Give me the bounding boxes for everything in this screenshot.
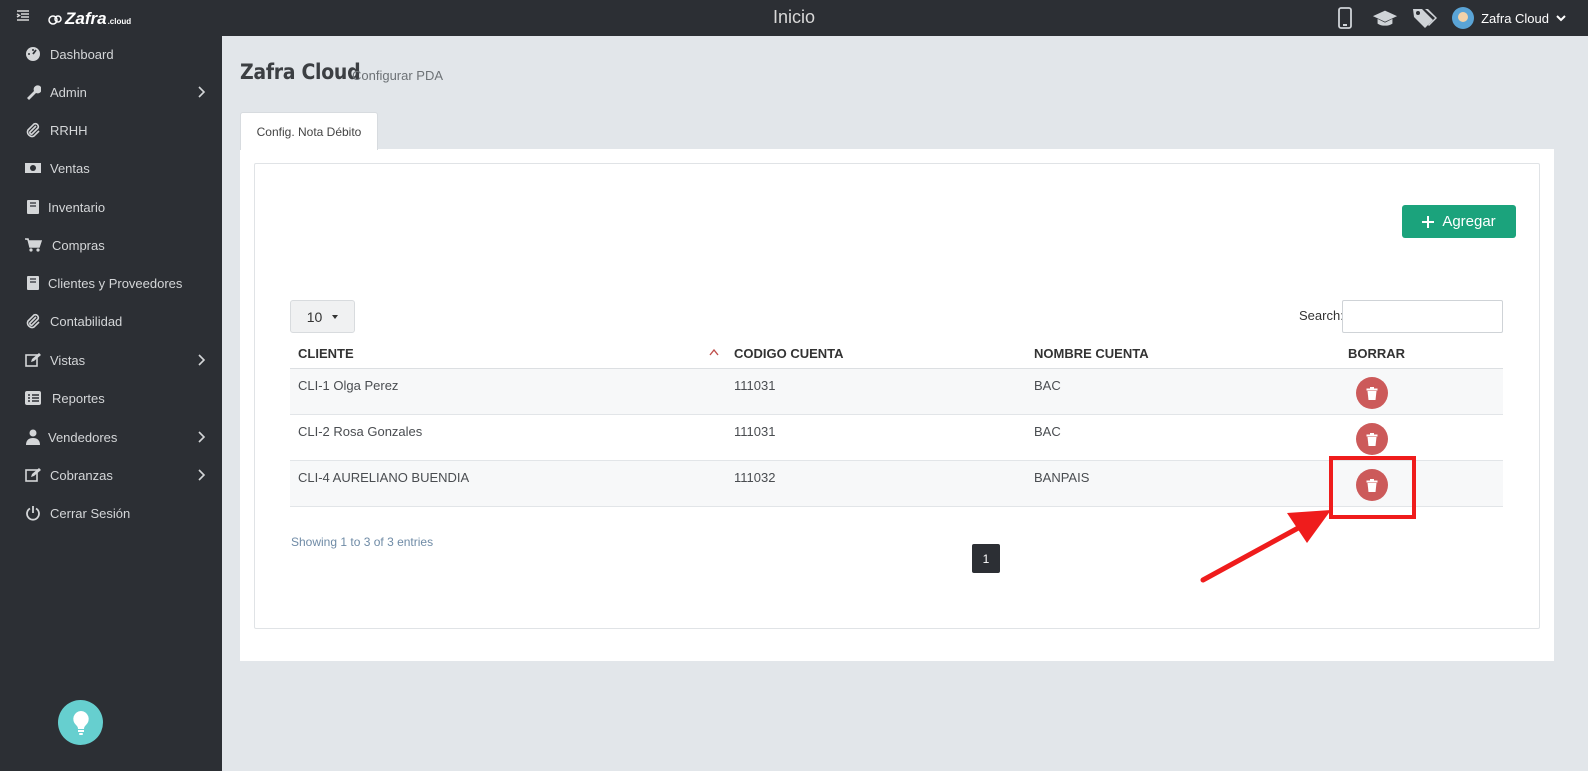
page-title: Zafra Cloud (240, 60, 361, 84)
cell-codigo-cuenta: 111031 (734, 378, 776, 393)
trash-icon (1366, 432, 1378, 446)
sidebar-item-cerrar-sesion[interactable]: Cerrar Sesión (0, 498, 222, 528)
wrench-icon (24, 83, 42, 101)
paperclip-icon (24, 121, 42, 139)
sidebar-item-label: Cobranzas (50, 467, 113, 483)
column-header-cliente[interactable]: CLIENTE (298, 346, 354, 361)
column-header-codigo-cuenta[interactable]: CODIGO CUENTA (734, 346, 844, 361)
dashboard-icon (24, 45, 42, 63)
annotation-highlight-box (1329, 456, 1416, 519)
sidebar-item-label: Cerrar Sesión (50, 505, 131, 521)
sidebar-item-vistas[interactable]: Vistas (0, 345, 222, 375)
book-icon (24, 274, 42, 292)
graduation-cap-icon[interactable] (1372, 6, 1398, 30)
add-button[interactable]: Agregar (1402, 205, 1516, 238)
tab-config-nota-debito[interactable]: Config. Nota Débito (240, 112, 378, 150)
caret-down-icon (332, 314, 339, 319)
sidebar-item-admin[interactable]: Admin (0, 77, 222, 107)
search-input[interactable] (1342, 300, 1503, 333)
cell-cliente: CLI-1 Olga Perez (298, 378, 399, 393)
sidebar-item-label: RRHH (50, 122, 88, 138)
sidebar-item-label: Inventario (48, 199, 106, 215)
add-button-label: Agregar (1442, 213, 1496, 230)
sidebar-item-ventas[interactable]: Ventas (0, 153, 222, 183)
table-row (290, 369, 1503, 415)
lightbulb-button[interactable] (58, 700, 103, 745)
pagination-page[interactable]: 1 (972, 544, 1000, 573)
sidebar-item-label: Ventas (50, 160, 90, 176)
power-icon (24, 504, 42, 522)
table-row (290, 415, 1503, 461)
sidebar-item-clientes-proveedores[interactable]: Clientes y Proveedores (0, 268, 222, 298)
sidebar-item-vendedores[interactable]: Vendedores (0, 422, 222, 452)
cell-nombre-cuenta: BANPAIS (1034, 470, 1090, 485)
edit-icon (24, 466, 42, 484)
chevron-right-icon (198, 354, 206, 366)
chevron-right-icon (198, 431, 206, 443)
cell-codigo-cuenta: 111031 (734, 424, 776, 439)
sidebar-item-label: Compras (52, 237, 105, 253)
sidebar-item-label: Admin (50, 84, 87, 100)
sidebar-item-label: Reportes (52, 390, 105, 406)
delete-button[interactable] (1356, 423, 1388, 455)
chevron-down-icon (1556, 15, 1566, 22)
sidebar-item-label: Vendedores (48, 429, 118, 445)
cell-cliente: CLI-4 AURELIANO BUENDIA (298, 470, 470, 485)
sidebar-item-contabilidad[interactable]: Contabilidad (0, 306, 222, 336)
header-icons: Zafra Cloud (1332, 6, 1566, 30)
plus-icon (1422, 215, 1435, 228)
sort-asc-icon[interactable] (709, 348, 719, 356)
column-header-nombre-cuenta[interactable]: NOMBRE CUENTA (1034, 346, 1149, 361)
table-info: Showing 1 to 3 of 3 entries (291, 535, 434, 549)
page-length-select[interactable]: 10 (290, 300, 355, 333)
sidebar-item-reportes[interactable]: Reportes (0, 383, 222, 413)
sidebar-item-inventario[interactable]: Inventario (0, 192, 222, 222)
table-row (290, 461, 1503, 507)
sidebar-item-label: Clientes y Proveedores (48, 275, 183, 291)
annotation-arrow-icon (1200, 510, 1331, 583)
cell-nombre-cuenta: BAC (1034, 424, 1061, 439)
user-menu[interactable]: Zafra Cloud (1452, 7, 1566, 29)
sidebar-item-label: Dashboard (50, 46, 114, 62)
cell-codigo-cuenta: 111032 (734, 470, 776, 485)
sidebar: Dashboard Admin RRHH Ventas Inventario C… (0, 36, 222, 771)
delete-button[interactable] (1356, 377, 1388, 409)
sidebar-item-label: Contabilidad (50, 313, 123, 329)
chevron-right-icon (198, 469, 206, 481)
book-icon (24, 198, 42, 216)
sidebar-item-cobranzas[interactable]: Cobranzas (0, 460, 222, 490)
edit-icon (24, 351, 42, 369)
cell-nombre-cuenta: BAC (1034, 378, 1061, 393)
column-header-borrar: BORRAR (1348, 346, 1406, 361)
lightbulb-icon (72, 710, 89, 735)
list-icon (24, 389, 42, 407)
sidebar-item-compras[interactable]: Compras (0, 230, 222, 260)
avatar (1452, 7, 1475, 29)
trash-icon (1366, 386, 1378, 400)
money-icon (24, 159, 42, 177)
cart-icon (24, 236, 42, 254)
search-label: Search: (1299, 308, 1344, 323)
tags-icon[interactable] (1412, 6, 1438, 30)
user-icon (24, 428, 42, 446)
sidebar-item-dashboard[interactable]: Dashboard (0, 39, 222, 69)
chevron-right-icon (198, 86, 206, 98)
sidebar-item-label: Vistas (50, 352, 86, 368)
sidebar-item-rrhh[interactable]: RRHH (0, 115, 222, 145)
cell-cliente: CLI-2 Rosa Gonzales (298, 424, 423, 439)
page-length-value: 10 (306, 308, 323, 325)
top-bar: Zafra .cloud Inicio Zafra Cloud (0, 0, 1588, 36)
user-name: Zafra Cloud (1481, 10, 1549, 26)
paperclip-icon (24, 312, 42, 330)
mobile-icon[interactable] (1332, 6, 1358, 30)
page-subtitle: Configurar PDA (352, 68, 444, 83)
